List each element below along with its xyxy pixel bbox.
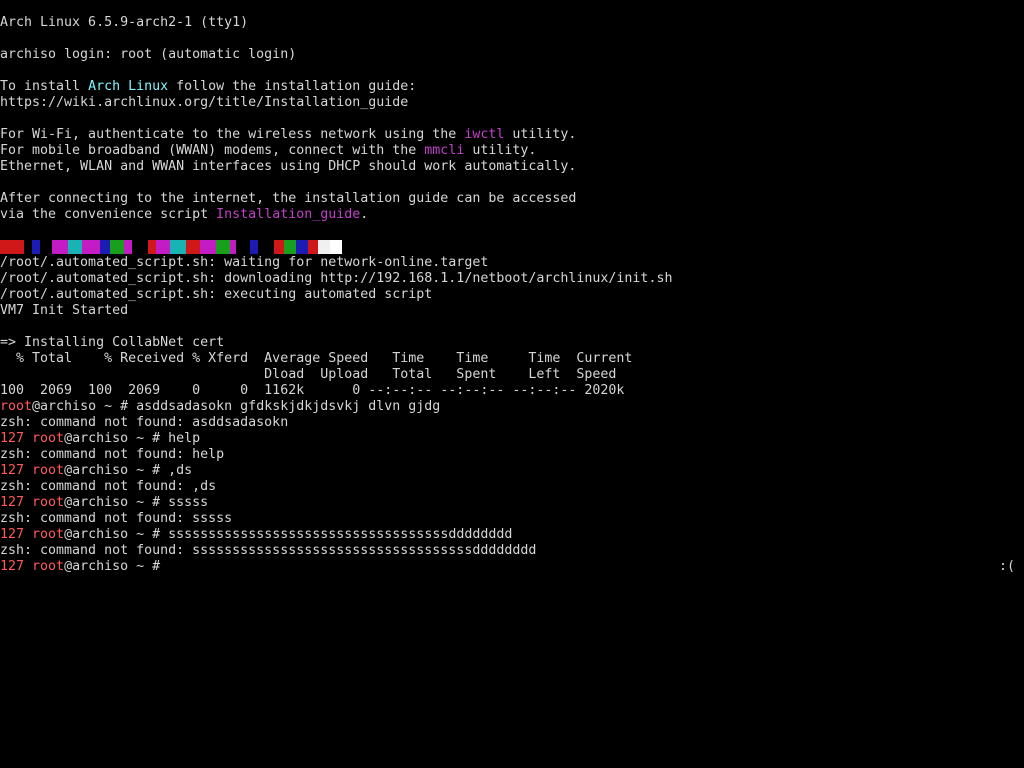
prompt-user: root [0,399,33,414]
prompt-line-5: 127 root@archiso ~ # sssssssssssssssssss… [0,527,513,542]
color-block [156,240,170,254]
prompt-line-1: root@archiso ~ # asddsadasokn gfdkskjdkj… [0,399,441,414]
command: sssssssssssssssssssssssssssssssssssddddd… [168,527,513,542]
command: ,ds [168,463,193,478]
color-block [0,240,24,254]
prompt-user: root [32,463,65,478]
command-output-5: zsh: command not found: ssssssssssssssss… [0,543,537,558]
color-block [100,240,110,254]
after-connect-line: After connecting to the internet, the in… [0,191,577,206]
prompt-user: root [32,495,65,510]
prompt-user: root [32,527,65,542]
ansi-color-bar [0,239,1024,255]
script-line-2: /root/.automated_script.sh: downloading … [0,271,673,286]
color-block [284,240,296,254]
kernel-header: Arch Linux 6.5.9-arch2-1 (tty1) [0,15,249,30]
script-line: via the convenience script Installation_… [0,207,369,222]
color-block [216,240,230,254]
prompt-line-3: 127 root@archiso ~ # ,ds [0,463,193,478]
terminal-output: Arch Linux 6.5.9-arch2-1 (tty1) archiso … [0,15,1024,575]
exit-code: 127 [0,463,33,478]
command-output-1: zsh: command not found: asddsadasokn [0,415,289,430]
exit-code: 127 [0,559,33,574]
color-block [236,240,250,254]
command: asddsadasokn gfdkskjdkjdsvkj dlvn gjdg [136,399,441,414]
color-block [258,240,274,254]
arch-linux-highlight: Arch Linux [88,79,169,94]
dhcp-line: Ethernet, WLAN and WWAN interfaces using… [0,159,577,174]
color-block [110,240,124,254]
iwctl-highlight: iwctl [464,127,505,142]
color-block [40,240,52,254]
installation-guide-highlight: Installation_guide [216,207,361,222]
command: help [168,431,201,446]
color-block [200,240,216,254]
command: sssss [168,495,209,510]
install-line: To install Arch Linux follow the install… [0,79,417,94]
cert-line: => Installing CollabNet cert [0,335,225,350]
login-line: archiso login: root (automatic login) [0,47,297,62]
color-block [318,240,330,254]
script-line-3: /root/.automated_script.sh: executing au… [0,287,433,302]
color-block [52,240,68,254]
color-block [308,240,318,254]
install-guide-url: https://wiki.archlinux.org/title/Install… [0,95,409,110]
curl-progress: 100 2069 100 2069 0 0 1162k 0 --:--:-- -… [0,383,625,398]
terminal-screen[interactable]: Arch Linux 6.5.9-arch2-1 (tty1) archiso … [0,0,1024,768]
color-block [24,240,32,254]
color-block [250,240,258,254]
curl-header-1: % Total % Received % Xferd Average Speed… [0,351,633,366]
prompt-line-4: 127 root@archiso ~ # sssss [0,495,209,510]
prompt-user: root [32,559,65,574]
vm-init-line: VM7 Init Started [0,303,129,318]
color-block [124,240,132,254]
wwan-line: For mobile broadband (WWAN) modems, conn… [0,143,537,158]
color-block [132,240,148,254]
command-output-3: zsh: command not found: ,ds [0,479,217,494]
prompt-line-2: 127 root@archiso ~ # help [0,431,201,446]
script-line-1: /root/.automated_script.sh: waiting for … [0,255,489,270]
color-block [32,240,40,254]
command-output-2: zsh: command not found: help [0,447,225,462]
color-block [148,240,156,254]
color-block [186,240,200,254]
command-output-4: zsh: command not found: sssss [0,511,233,526]
color-block [82,240,100,254]
color-block [330,240,342,254]
prompt-user: root [32,431,65,446]
active-prompt[interactable]: 127 root@archiso ~ # :( [0,559,1024,575]
mmcli-highlight: mmcli [424,143,465,158]
color-block [296,240,308,254]
wifi-line: For Wi-Fi, authenticate to the wireless … [0,127,577,142]
color-block [274,240,284,254]
prompt-host: @archiso ~ # [64,559,169,574]
exit-code: 127 [0,431,33,446]
curl-header-2: Dload Upload Total Spent Left Speed [0,367,617,382]
exit-code: 127 [0,495,33,510]
color-block [170,240,186,254]
color-block [68,240,82,254]
right-prompt: :( [998,559,1015,574]
exit-code: 127 [0,527,33,542]
